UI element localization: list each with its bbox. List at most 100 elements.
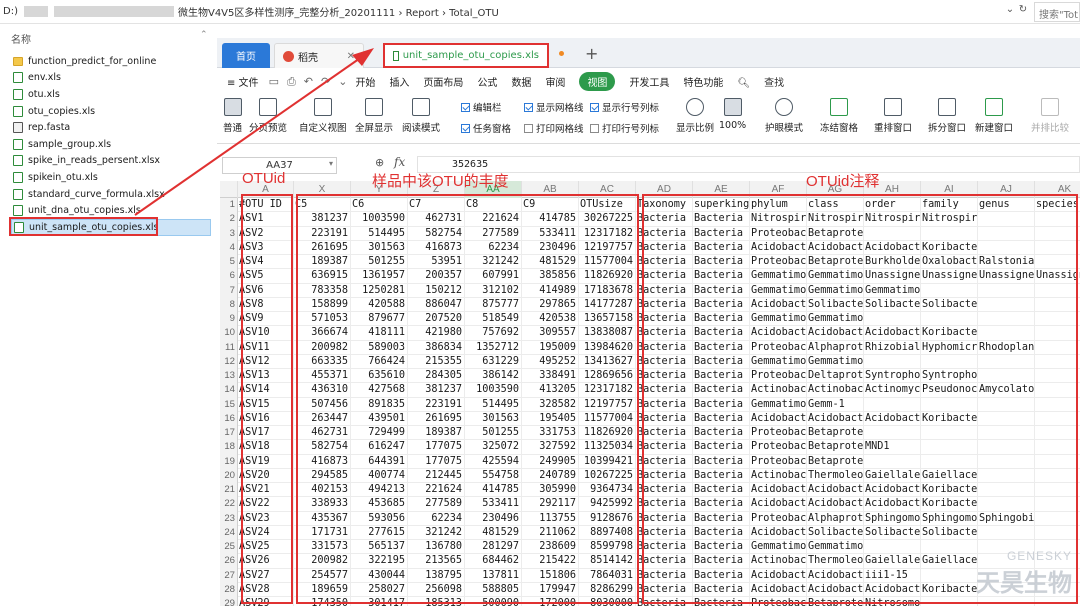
show-rowcol-checkbox[interactable]: 显示行号列标 [590,100,659,114]
find-button[interactable]: 🔍︎ 查找 [737,74,798,89]
row-header[interactable]: 10 [220,326,237,340]
menu-file[interactable]: ≡ 文件 [227,74,259,89]
new-tab-button[interactable]: + [585,44,598,63]
tab-docer[interactable]: 稻壳 ✕ [274,43,364,68]
row-header[interactable]: 6 [220,269,237,283]
file-name: env.xls [28,72,61,84]
row-header[interactable]: 27 [220,569,237,583]
redo-icon[interactable]: ↷ [321,75,330,88]
formula-input[interactable]: 352635 [417,156,1080,173]
split-window-button[interactable]: 拆分窗口 [928,98,966,134]
row-header[interactable]: 26 [220,554,237,568]
row-header[interactable]: 2 [220,212,237,226]
row-header[interactable]: 17 [220,426,237,440]
row-header[interactable]: 25 [220,540,237,554]
zoom-button[interactable]: 显示比例 [676,98,714,134]
fx-icon[interactable]: fx [394,155,405,169]
menu-developer[interactable]: 开发工具 [629,74,669,89]
file-item[interactable]: function_predict_for_online [11,53,211,70]
refresh-icon[interactable]: ↻ [1016,4,1030,18]
menu-start[interactable]: 开始 [355,74,375,89]
file-item[interactable]: spike_in_reads_persent.xlsx [11,153,211,170]
row-header[interactable]: 8 [220,298,237,312]
select-all-corner[interactable] [220,181,238,198]
checkbox-icon [590,123,599,133]
file-item[interactable]: spikein_otu.xls [11,169,211,186]
file-item[interactable]: rep.fasta [11,119,211,136]
row-header[interactable]: 9 [220,312,237,326]
file-item[interactable]: sample_group.xls [11,136,211,153]
page-break-label: 分页预览 [249,123,288,134]
menu-review[interactable]: 审阅 [545,74,565,89]
menu-page-layout[interactable]: 页面布局 [423,74,463,89]
menu-features[interactable]: 特色功能 [683,74,723,89]
normal-view-button[interactable]: 普通 [223,98,242,134]
save-icon[interactable]: ▭ [269,75,279,88]
zoom-100-label: 100% [719,120,747,131]
row-header[interactable]: 14 [220,383,237,397]
docer-icon [283,50,294,62]
row-header[interactable]: 24 [220,526,237,540]
row-header[interactable]: 5 [220,255,237,269]
chevron-down-icon[interactable]: ⌄ [338,75,347,88]
menu-formula[interactable]: 公式 [477,74,497,89]
otuid-highlight-box [241,194,293,604]
row-header[interactable]: 12 [220,355,237,369]
row-header[interactable]: 1 [220,198,237,212]
zoom-lens-icon[interactable]: ⊕ [375,156,384,169]
tab-file[interactable]: unit_sample_otu_copies.xls [383,43,549,68]
row-header[interactable]: 11 [220,341,237,355]
search-input[interactable]: 搜索"Tot [1034,2,1080,22]
row-header[interactable]: 20 [220,469,237,483]
row-header[interactable]: 15 [220,398,237,412]
custom-view-icon [313,98,332,116]
eye-mode-button[interactable]: 护眼模式 [765,98,803,134]
row-header[interactable]: 7 [220,284,237,298]
search-icon: 🔍︎ [737,78,751,89]
row-header[interactable]: 13 [220,369,237,383]
menu-bar: ≡ 文件 ▭ ⎙ ↶ ↷ ⌄ 开始 插入 页面布局 公式 数据 审阅 视图 开发… [217,69,1080,94]
menu-data[interactable]: 数据 [511,74,531,89]
file-list-pane: 名称 ⌃ function_predict_for_online env.xls o… [0,24,215,606]
menu-view[interactable]: 视图 [579,72,616,91]
checkbox-icon [524,123,533,133]
row-header[interactable]: 23 [220,512,237,526]
reading-mode-button[interactable]: 阅读模式 [402,98,440,134]
file-item[interactable]: otu.xls [11,86,211,103]
file-item[interactable]: env.xls [11,70,211,87]
row-header[interactable]: 28 [220,583,237,597]
page-break-button[interactable]: 分页预览 [249,98,287,134]
menu-insert[interactable]: 插入 [389,74,409,89]
chevron-down-icon[interactable]: ▾ [329,159,333,168]
tab-home[interactable]: 首页 [222,43,270,68]
file-item[interactable]: standard_curve_formula.xlsx [11,186,211,203]
row-header[interactable]: 16 [220,412,237,426]
zoom-100-button[interactable]: 100% [719,98,746,131]
task-pane-checkbox[interactable]: 任务窗格 [461,121,511,135]
row-header[interactable]: 29 [220,597,237,606]
arrange-windows-button[interactable]: 重排窗口 [874,98,912,134]
print-grid-checkbox[interactable]: 打印网格线 [524,121,584,135]
show-grid-checkbox[interactable]: 显示网格线 [524,100,584,114]
row-header[interactable]: 19 [220,455,237,469]
row-header[interactable]: 4 [220,241,237,255]
row-header[interactable]: 22 [220,497,237,511]
print-icon[interactable]: ⎙ [287,75,296,89]
spreadsheet-icon [13,88,23,100]
row-header[interactable]: 18 [220,440,237,454]
address-bar[interactable]: D:) 微生物V4V5区多样性测序_完整分析_20201111 › Report… [0,0,1080,24]
undo-icon[interactable]: ↶ [304,75,313,88]
chevron-down-icon[interactable]: ⌄ [1003,4,1017,18]
row-header[interactable]: 3 [220,227,237,241]
close-icon[interactable]: ✕ [347,51,355,62]
breadcrumb[interactable]: 微生物V4V5区多样性测序_完整分析_20201111 › Report › T… [178,4,499,19]
print-rowcol-checkbox[interactable]: 打印行号列标 [590,121,659,135]
file-item[interactable]: otu_copies.xls [11,103,211,120]
freeze-panes-button[interactable]: 冻结窗格 [820,98,858,134]
fullscreen-button[interactable]: 全屏显示 [355,98,393,134]
formula-bar-checkbox[interactable]: 编辑栏 [461,100,502,114]
custom-view-button[interactable]: 自定义视图 [299,98,347,134]
name-column-header[interactable]: 名称 [11,31,31,46]
new-window-button[interactable]: 新建窗口 [975,98,1013,134]
row-header[interactable]: 21 [220,483,237,497]
